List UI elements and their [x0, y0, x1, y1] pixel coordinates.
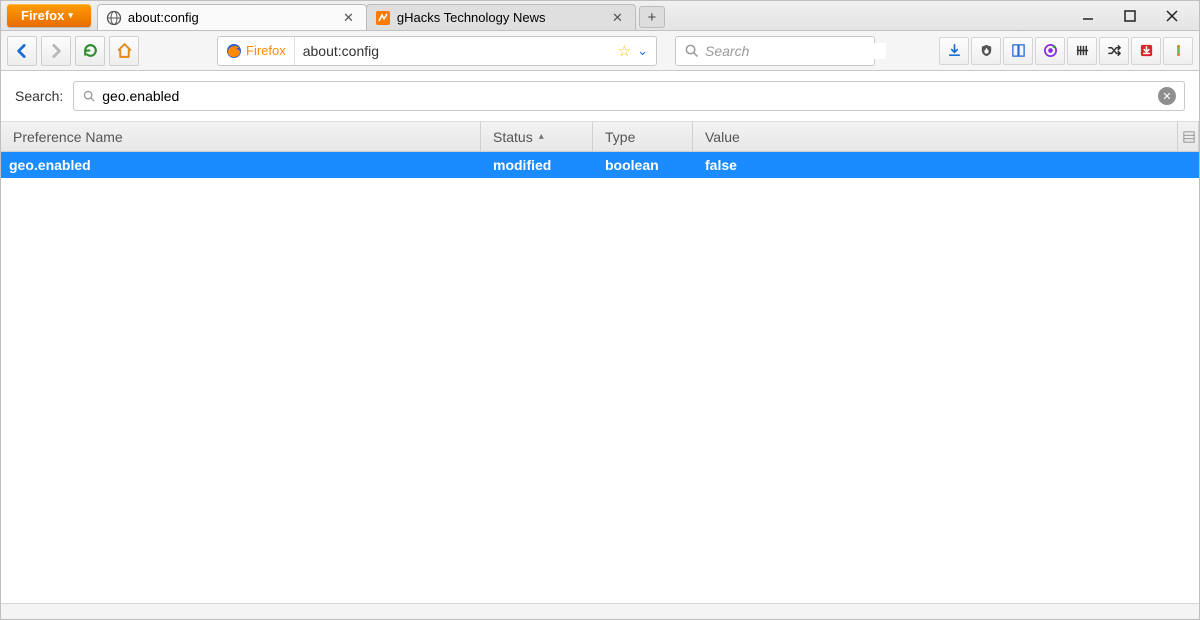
reload-button[interactable] — [75, 36, 105, 66]
close-icon[interactable]: ✕ — [341, 10, 356, 26]
ublock-icon[interactable] — [971, 37, 1001, 65]
column-label: Type — [605, 129, 635, 145]
config-search-field[interactable]: ✕ — [73, 81, 1185, 111]
shuffle-icon[interactable] — [1099, 37, 1129, 65]
maximize-button[interactable] — [1121, 9, 1139, 23]
cell-type: boolean — [593, 157, 693, 173]
identity-label: Firefox — [246, 43, 286, 58]
green-bar-icon[interactable] — [1163, 37, 1193, 65]
barcode-icon[interactable] — [1067, 37, 1097, 65]
bookmark-star-icon[interactable]: ☆ — [618, 42, 631, 60]
window-controls — [1061, 1, 1199, 31]
column-type[interactable]: Type — [593, 122, 693, 151]
config-table-body: geo.enabled modified boolean false — [1, 152, 1199, 603]
clear-search-icon[interactable]: ✕ — [1158, 87, 1176, 105]
tab-about-config[interactable]: about:config ✕ — [97, 4, 367, 30]
urlbar-right: ☆ ⌄ — [610, 42, 656, 60]
cell-value: false — [693, 157, 1199, 173]
column-picker-icon[interactable] — [1177, 122, 1199, 151]
tab-strip: about:config ✕ gHacks Technology News ✕ … — [97, 1, 1199, 30]
url-bar[interactable]: Firefox ☆ ⌄ — [217, 36, 657, 66]
nav-toolbar: Firefox ☆ ⌄ — [1, 31, 1199, 71]
tab-ghacks[interactable]: gHacks Technology News ✕ — [366, 4, 636, 30]
search-icon — [82, 89, 96, 103]
caret-down-icon: ▾ — [68, 10, 73, 21]
downloads-icon[interactable] — [939, 37, 969, 65]
reader-icon[interactable] — [1003, 37, 1033, 65]
search-input[interactable] — [705, 43, 886, 59]
search-icon — [684, 43, 699, 58]
column-status[interactable]: Status ▴ — [481, 122, 593, 151]
ghacks-icon — [375, 10, 391, 26]
home-button[interactable] — [109, 36, 139, 66]
addon-purple-icon[interactable] — [1035, 37, 1065, 65]
config-search-row: Search: ✕ — [1, 71, 1199, 122]
minimize-button[interactable] — [1079, 9, 1097, 23]
titlebar: Firefox ▾ about:config ✕ gHacks Technolo… — [1, 1, 1199, 31]
app-menu-label: Firefox — [21, 8, 64, 23]
chevron-down-icon[interactable]: ⌄ — [637, 43, 648, 59]
sort-ascending-icon: ▴ — [539, 131, 544, 142]
config-table-header: Preference Name Status ▴ Type Value — [1, 122, 1199, 152]
tab-title: about:config — [128, 10, 335, 25]
status-bar — [1, 603, 1199, 619]
forward-button[interactable] — [41, 36, 71, 66]
column-label: Value — [705, 129, 740, 145]
globe-icon — [106, 10, 122, 26]
column-preference-name[interactable]: Preference Name — [1, 122, 481, 151]
config-search-label: Search: — [15, 88, 63, 104]
toolbar-addon-icons — [939, 37, 1193, 65]
app-menu-button[interactable]: Firefox ▾ — [7, 4, 91, 27]
new-tab-button[interactable]: + — [639, 6, 665, 28]
table-row[interactable]: geo.enabled modified boolean false — [1, 152, 1199, 178]
column-value[interactable]: Value — [693, 122, 1199, 151]
url-input[interactable] — [295, 43, 610, 59]
cell-preference-name: geo.enabled — [1, 157, 481, 173]
identity-box[interactable]: Firefox — [218, 37, 295, 65]
firefox-icon — [226, 43, 242, 59]
close-icon[interactable]: ✕ — [610, 10, 625, 26]
back-button[interactable] — [7, 36, 37, 66]
config-search-input[interactable] — [102, 88, 1152, 104]
tab-title: gHacks Technology News — [397, 10, 604, 25]
column-label: Preference Name — [13, 129, 123, 145]
column-label: Status — [493, 129, 533, 145]
cell-status: modified — [481, 157, 593, 173]
search-box[interactable] — [675, 36, 875, 66]
download-red-icon[interactable] — [1131, 37, 1161, 65]
close-window-button[interactable] — [1163, 9, 1181, 23]
